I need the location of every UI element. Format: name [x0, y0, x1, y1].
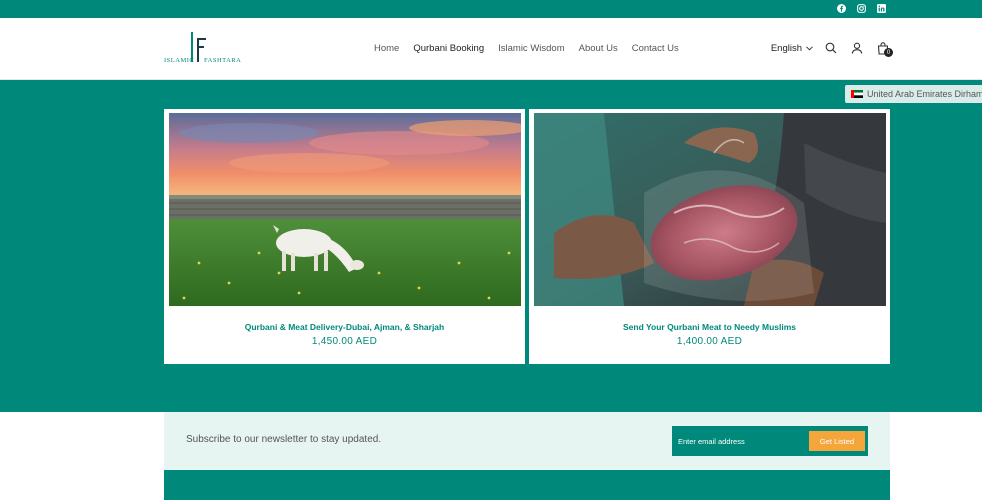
- nav-item-qurbani-booking[interactable]: Qurbani Booking: [413, 43, 484, 54]
- nav-item-islamic-wisdom[interactable]: Islamic Wisdom: [498, 43, 565, 54]
- product-price: 1,450.00 AED: [311, 336, 378, 347]
- site-logo[interactable]: ISLAMIC FASHTARA: [164, 32, 244, 68]
- language-selector[interactable]: English: [771, 43, 813, 54]
- product-card[interactable]: Qurbani & Meat Delivery-Dubai, Ajman, & …: [164, 109, 525, 364]
- newsletter-section: Subscribe to our newsletter to stay upda…: [164, 412, 890, 470]
- get-listed-button[interactable]: Get Listed: [809, 431, 865, 451]
- instagram-icon[interactable]: [855, 2, 867, 14]
- nav-item-about-us[interactable]: About Us: [579, 43, 618, 54]
- facebook-icon[interactable]: [835, 2, 847, 14]
- header-actions: English 0: [771, 40, 893, 57]
- product-image-goat[interactable]: [169, 113, 521, 306]
- language-label: English: [770, 42, 802, 54]
- chevron-down-icon: [806, 45, 813, 51]
- top-bar: [0, 0, 982, 18]
- nav-item-contact-us[interactable]: Contact Us: [632, 43, 679, 54]
- uae-flag-icon: [851, 90, 863, 98]
- newsletter-form: Get Listed: [672, 426, 868, 456]
- cart-count-badge: 0: [884, 48, 893, 57]
- account-icon[interactable]: [849, 40, 865, 56]
- cart-icon[interactable]: 0: [875, 40, 893, 57]
- email-input[interactable]: [678, 432, 804, 450]
- newsletter-text: Subscribe to our newsletter to stay upda…: [186, 434, 382, 445]
- product-image-meat[interactable]: [534, 113, 886, 306]
- nav-item-home[interactable]: Home: [374, 43, 399, 54]
- logo-text-left: ISLAMIC: [164, 57, 195, 64]
- site-header: ISLAMIC FASHTARA Home Qurbani Booking Is…: [0, 18, 982, 80]
- currency-label: United Arab Emirates Dirham: [867, 89, 982, 99]
- currency-selector[interactable]: United Arab Emirates Dirham: [845, 85, 982, 103]
- product-price: 1,400.00 AED: [676, 336, 743, 347]
- main-nav: Home Qurbani Booking Islamic Wisdom Abou…: [374, 43, 693, 54]
- footer-bar: [164, 470, 890, 500]
- product-card[interactable]: Send Your Qurbani Meat to Needy Muslims …: [529, 109, 890, 364]
- product-title[interactable]: Send Your Qurbani Meat to Needy Muslims: [529, 322, 890, 332]
- product-title[interactable]: Qurbani & Meat Delivery-Dubai, Ajman, & …: [164, 322, 525, 332]
- social-links: [835, 2, 887, 14]
- linkedin-icon[interactable]: [875, 2, 887, 14]
- search-icon[interactable]: [823, 40, 839, 56]
- logo-text-right: FASHTARA: [204, 57, 242, 64]
